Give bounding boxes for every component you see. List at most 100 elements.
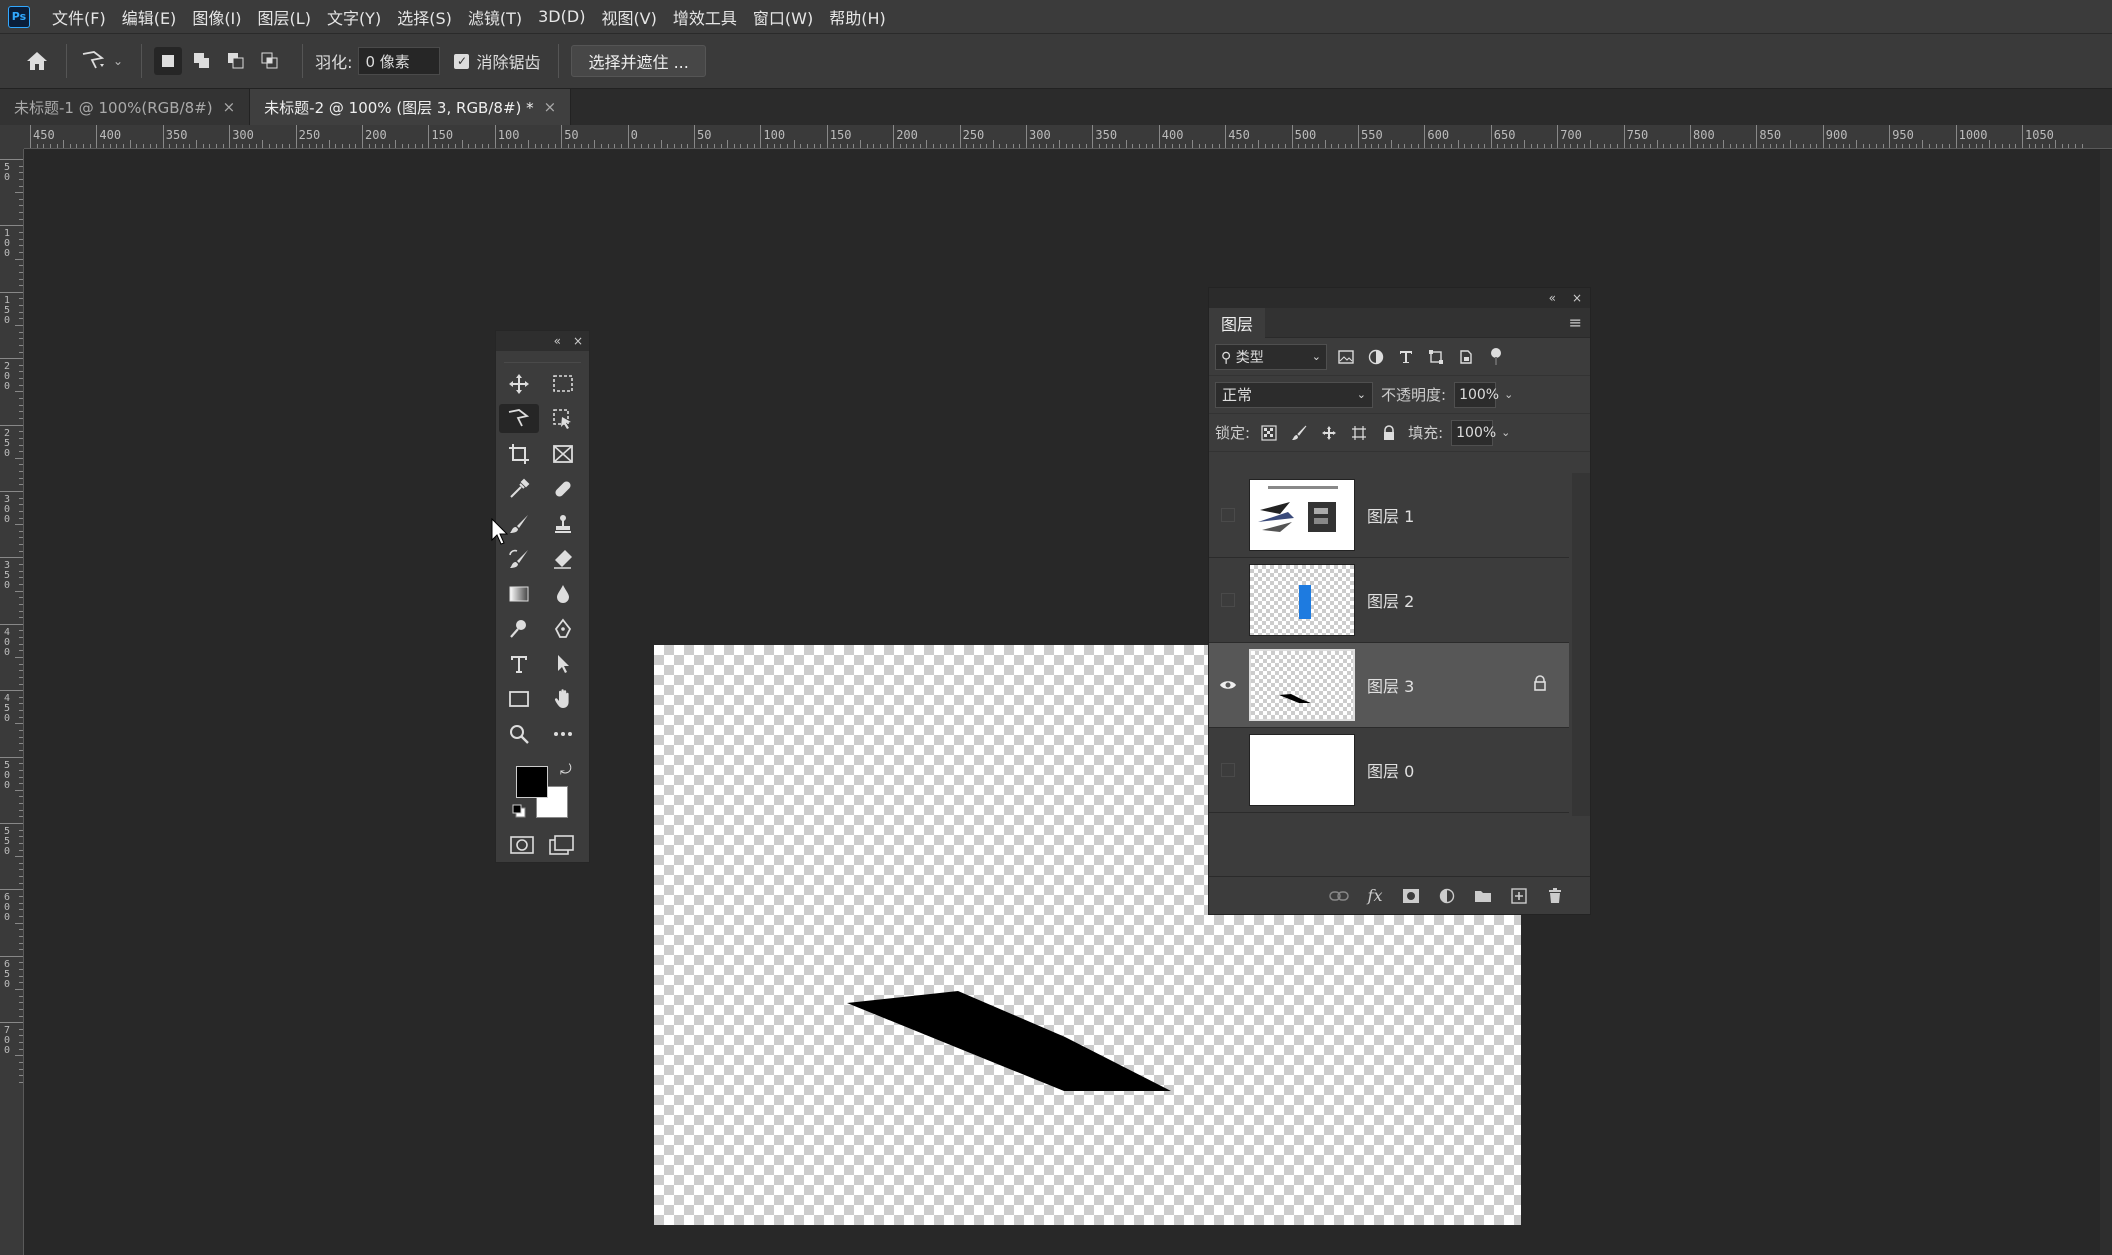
tool-preset-picker[interactable]	[79, 47, 107, 75]
move-tool[interactable]	[499, 369, 539, 398]
object-selection-tool[interactable]	[543, 404, 583, 433]
history-brush-tool[interactable]	[499, 544, 539, 573]
layer-row-2[interactable]: 图层 2	[1209, 558, 1569, 643]
lock-all-button[interactable]	[1378, 422, 1400, 444]
close-icon[interactable]: ×	[573, 334, 583, 348]
marquee-tool[interactable]	[543, 369, 583, 398]
menu-plugins[interactable]: 增效工具	[665, 5, 745, 29]
new-selection-button[interactable]	[154, 47, 183, 75]
new-group-button[interactable]	[1472, 885, 1494, 907]
filter-adjustment-button[interactable]	[1365, 346, 1387, 368]
new-adjustment-button[interactable]	[1436, 885, 1458, 907]
chevron-down-icon[interactable]: ⌄	[1501, 426, 1510, 439]
close-icon[interactable]: ×	[1572, 291, 1582, 305]
spot-healing-tool[interactable]	[543, 474, 583, 503]
dodge-tool[interactable]	[499, 614, 539, 643]
blend-mode-select[interactable]: 正常 ⌄	[1215, 381, 1373, 408]
intersect-selection-button[interactable]	[256, 47, 284, 75]
polygonal-lasso-tool[interactable]	[498, 404, 539, 433]
tab-document-1[interactable]: 未标题-1 @ 100%(RGB/8#) ×	[0, 89, 251, 125]
clone-stamp-tool[interactable]	[543, 509, 583, 538]
menu-file[interactable]: 文件(F)	[44, 5, 114, 29]
filter-toggle-button[interactable]	[1485, 346, 1507, 368]
add-selection-button[interactable]	[188, 47, 216, 75]
menu-image[interactable]: 图像(I)	[184, 5, 249, 29]
quick-mask-icon[interactable]	[509, 834, 535, 856]
visibility-toggle[interactable]	[1213, 679, 1243, 691]
rectangle-tool[interactable]	[499, 684, 539, 713]
antialias-checkbox[interactable]: ✓	[454, 53, 470, 69]
close-icon[interactable]: ×	[223, 98, 236, 116]
layer-filter-select[interactable]: ⚲ 类型 ⌄	[1215, 343, 1327, 370]
collapse-icon[interactable]: «	[554, 334, 561, 348]
eraser-tool[interactable]	[543, 544, 583, 573]
close-icon[interactable]: ×	[544, 98, 557, 116]
menu-help[interactable]: 帮助(H)	[821, 5, 894, 29]
layer-row-3[interactable]: 图层 3	[1209, 643, 1569, 728]
menu-window[interactable]: 窗口(W)	[745, 5, 821, 29]
chevron-down-icon[interactable]: ⌄	[113, 54, 123, 68]
menu-view[interactable]: 视图(V)	[593, 5, 664, 29]
menu-layer[interactable]: 图层(L)	[250, 5, 319, 29]
layer-name[interactable]: 图层 2	[1367, 588, 1414, 612]
menu-3d[interactable]: 3D(D)	[530, 7, 593, 26]
gradient-tool[interactable]	[499, 579, 539, 608]
vertical-ruler[interactable]: 50 100 150 200 250 300 350 400 450 500 550 600 650 70…	[0, 149, 24, 1255]
fill-input[interactable]: 100%	[1451, 419, 1496, 446]
horizontal-ruler[interactable]: 450 400 350 300 250 200 150 100 50 0 50 100 150 200 25…	[24, 125, 2112, 149]
select-and-mask-button[interactable]: 选择并遮住 ...	[571, 45, 706, 77]
lock-position-button[interactable]	[1318, 422, 1340, 444]
visibility-toggle[interactable]	[1213, 763, 1243, 777]
filter-shape-button[interactable]	[1425, 346, 1447, 368]
new-layer-button[interactable]	[1508, 885, 1530, 907]
layer-name[interactable]: 图层 3	[1367, 673, 1414, 697]
tab-document-2[interactable]: 未标题-2 @ 100% (图层 3, RGB/8#) * ×	[250, 89, 572, 125]
lock-artboard-button[interactable]	[1348, 422, 1370, 444]
link-layers-button[interactable]	[1328, 885, 1350, 907]
zoom-tool[interactable]	[499, 719, 539, 748]
menu-select[interactable]: 选择(S)	[389, 5, 460, 29]
visibility-toggle[interactable]	[1213, 593, 1243, 607]
menu-filter[interactable]: 滤镜(T)	[460, 5, 530, 29]
filter-pixel-button[interactable]	[1335, 346, 1357, 368]
opacity-input[interactable]: 100%	[1454, 381, 1499, 408]
filter-type-button[interactable]	[1395, 346, 1417, 368]
layer-name[interactable]: 图层 1	[1367, 503, 1414, 527]
frame-tool[interactable]	[543, 439, 583, 468]
menu-edit[interactable]: 编辑(E)	[114, 5, 185, 29]
delete-layer-button[interactable]	[1544, 885, 1566, 907]
hand-tool[interactable]	[543, 684, 583, 713]
layer-style-button[interactable]: fx	[1364, 885, 1386, 907]
layer-name[interactable]: 图层 0	[1367, 758, 1414, 782]
path-selection-tool[interactable]	[543, 649, 583, 678]
panel-grip[interactable]	[504, 353, 581, 363]
panel-menu-icon[interactable]: ≡	[1569, 313, 1582, 332]
collapse-icon[interactable]: «	[1549, 291, 1556, 305]
layer-row-0[interactable]: 图层 0	[1209, 728, 1569, 813]
eyedropper-tool[interactable]	[499, 474, 539, 503]
menu-type[interactable]: 文字(Y)	[319, 5, 389, 29]
more-tools[interactable]	[543, 719, 583, 748]
pen-tool[interactable]	[543, 614, 583, 643]
add-mask-button[interactable]	[1400, 885, 1422, 907]
blur-tool[interactable]	[543, 579, 583, 608]
lock-transparent-button[interactable]	[1258, 422, 1280, 444]
visibility-toggle[interactable]	[1213, 508, 1243, 522]
filter-smart-object-button[interactable]	[1455, 346, 1477, 368]
foreground-color-swatch[interactable]	[516, 766, 548, 798]
lock-icon[interactable]	[1533, 675, 1547, 691]
screen-mode-icon[interactable]	[548, 834, 576, 856]
layers-scrollbar[interactable]	[1572, 473, 1590, 816]
tab-layers[interactable]: 图层	[1209, 307, 1266, 338]
swap-colors-icon[interactable]: ⤾	[560, 762, 572, 778]
ruler-corner[interactable]	[0, 125, 24, 149]
crop-tool[interactable]	[499, 439, 539, 468]
chevron-down-icon[interactable]: ⌄	[1504, 388, 1513, 401]
feather-input[interactable]: 0 像素	[358, 47, 441, 75]
subtract-selection-button[interactable]	[222, 47, 250, 75]
layer-row-1[interactable]: 图层 1	[1209, 473, 1569, 558]
default-colors-icon[interactable]	[512, 804, 526, 818]
photoshop-logo[interactable]: Ps	[8, 5, 30, 28]
lock-pixels-button[interactable]	[1288, 422, 1310, 444]
home-button[interactable]	[20, 44, 54, 78]
